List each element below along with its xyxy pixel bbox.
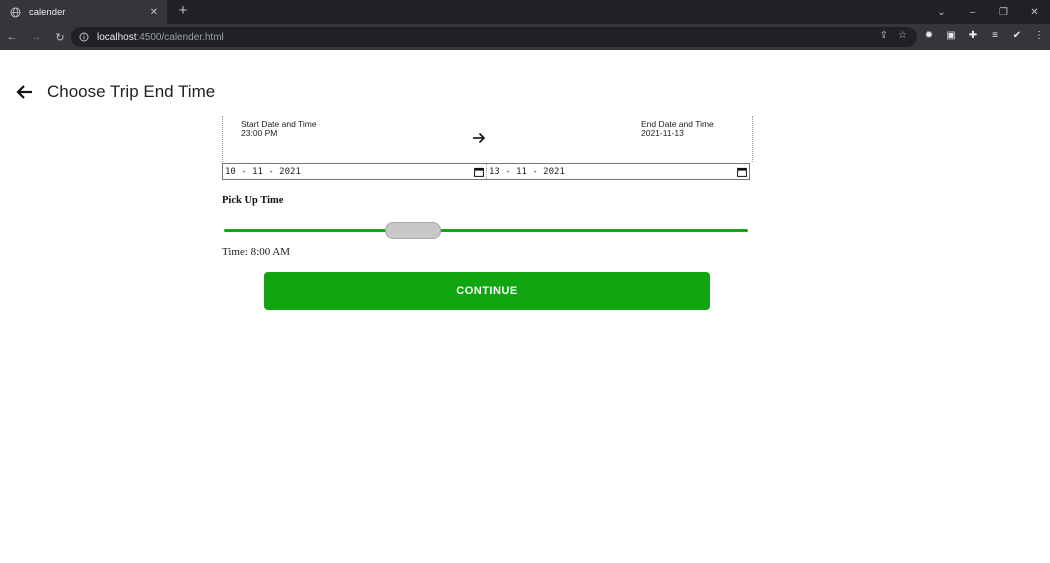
date-inputs-row: 10 - 11 - 2021 13 - 11 - 2021 — [222, 163, 750, 180]
browser-tab[interactable]: calender ✕ — [0, 0, 167, 24]
trip-date-summary: Start Date and Time 23:00 PM End Date an… — [222, 116, 753, 162]
page-header: Choose Trip End Time — [16, 82, 215, 102]
time-readout: Time: 8:00 AM — [222, 246, 291, 258]
reading-list-icon[interactable]: ≡ — [988, 29, 1002, 43]
pickup-time-label: Pick Up Time — [222, 195, 284, 206]
reload-icon[interactable]: ↻ — [48, 31, 72, 44]
extensions-puzzle-icon[interactable]: ✚ — [966, 29, 980, 43]
start-date-value: 10 - 11 - 2021 — [225, 166, 301, 177]
calendar-icon[interactable] — [737, 167, 747, 177]
calendar-icon[interactable] — [474, 167, 484, 177]
close-window-button[interactable]: ✕ — [1019, 7, 1050, 18]
url-host: localhost — [97, 31, 137, 43]
share-icon[interactable]: ⇪ — [880, 30, 888, 41]
profile-icon[interactable]: ✔ — [1010, 29, 1024, 43]
end-summary: End Date and Time 2021-11-13 — [641, 120, 714, 138]
pickup-time-slider[interactable] — [224, 229, 748, 232]
bookmark-star-icon[interactable]: ☆ — [898, 30, 907, 41]
tab-close-icon[interactable]: ✕ — [147, 7, 161, 18]
slider-thumb[interactable] — [384, 222, 441, 239]
address-bar[interactable]: localhost:4500/calender.html ⇪ ☆ — [71, 27, 917, 47]
tab-search-icon[interactable]: ⌄ — [926, 7, 957, 18]
url-path: :4500/calender.html — [136, 31, 224, 43]
end-date-value: 13 - 11 - 2021 — [489, 166, 565, 177]
end-date-input[interactable]: 13 - 11 - 2021 — [486, 164, 749, 179]
menu-kebab-icon[interactable]: ⋮ — [1032, 29, 1046, 43]
back-nav-icon[interactable]: ← — [0, 31, 24, 43]
new-tab-button[interactable]: + — [175, 3, 191, 19]
browser-toolbar: ← → ↻ localhost:4500/calender.html ⇪ ☆ — [0, 24, 1050, 50]
globe-icon — [10, 7, 21, 18]
extension-bug-icon[interactable]: ✹ — [922, 29, 936, 43]
restore-button[interactable]: ❐ — [988, 7, 1019, 18]
start-date-input[interactable]: 10 - 11 - 2021 — [223, 164, 486, 179]
arrow-right-icon — [472, 131, 486, 145]
end-value: 2021-11-13 — [641, 128, 684, 138]
back-arrow-icon[interactable] — [16, 83, 34, 101]
browser-tab-bar: calender ✕ + ⌄ – ❐ ✕ — [0, 0, 1050, 24]
start-summary: Start Date and Time 23:00 PM — [241, 120, 317, 138]
continue-button[interactable]: CONTINUE — [264, 272, 710, 310]
site-info-icon[interactable] — [79, 32, 89, 42]
extension-app-icon[interactable]: ▣ — [944, 29, 958, 43]
start-value: 23:00 PM — [241, 128, 278, 138]
page-title: Choose Trip End Time — [47, 82, 216, 101]
minimize-button[interactable]: – — [957, 7, 988, 18]
tab-title: calender — [29, 6, 66, 18]
forward-nav-icon[interactable]: → — [24, 31, 48, 43]
extension-icons: ✹ ▣ ✚ ≡ ✔ ⋮ — [922, 29, 1046, 43]
window-controls: ⌄ – ❐ ✕ — [926, 0, 1050, 24]
